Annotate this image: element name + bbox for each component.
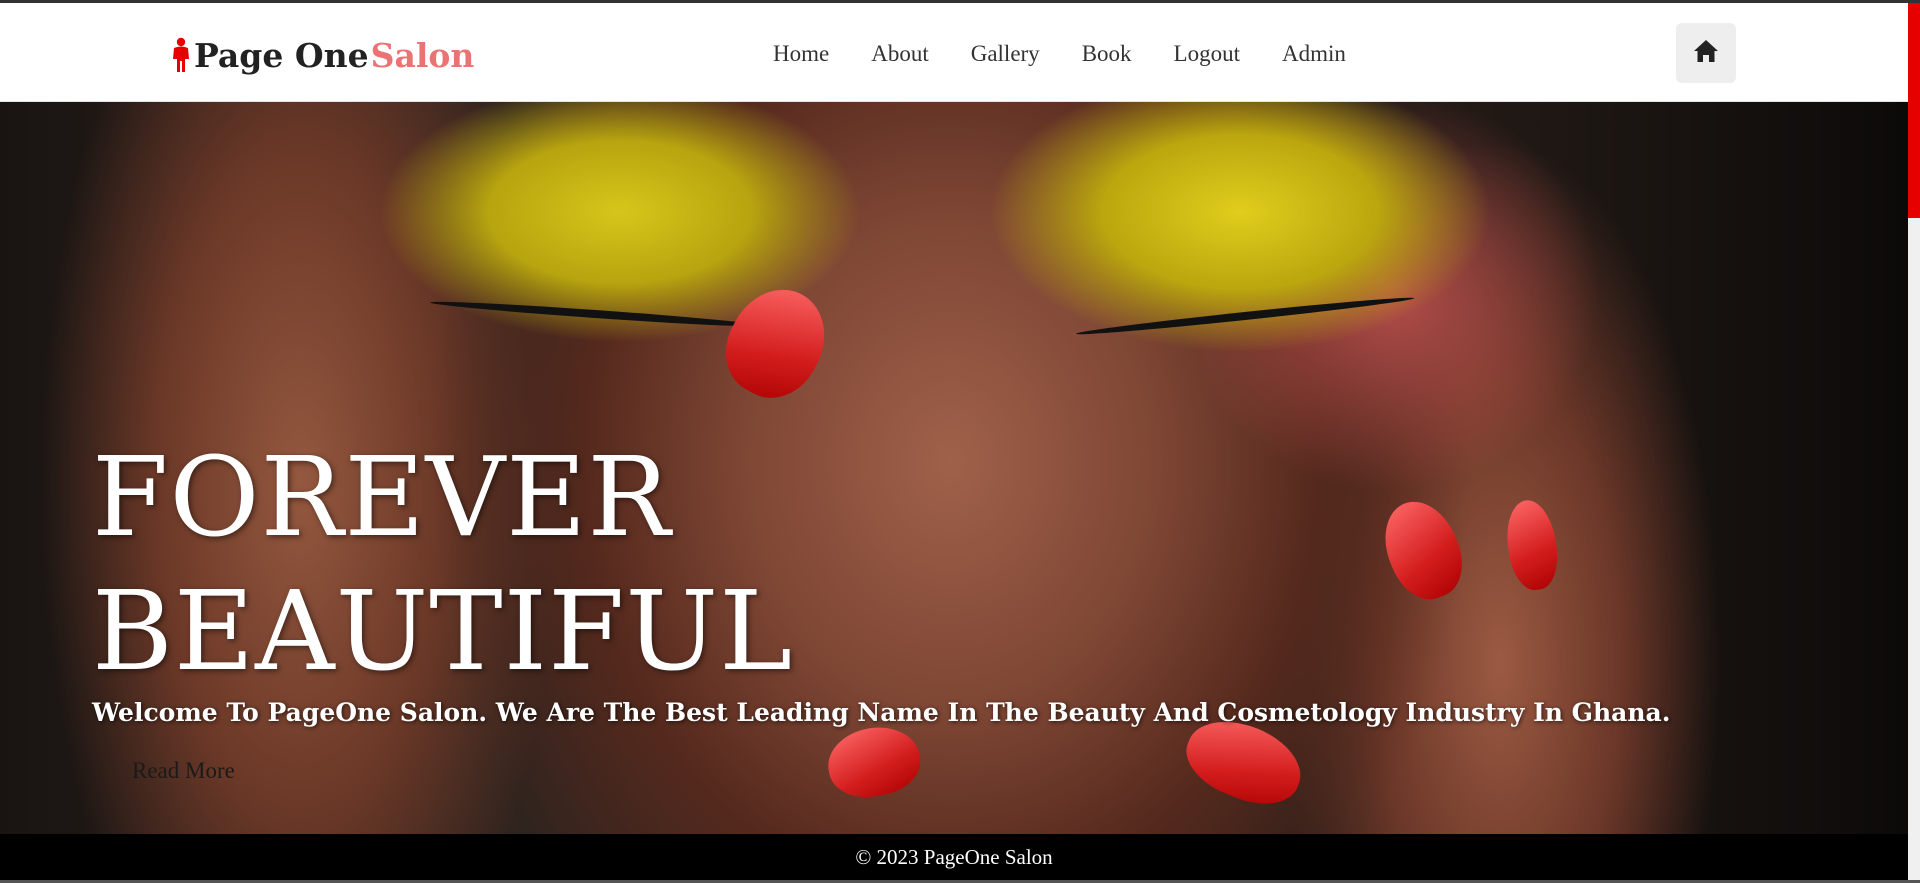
nav-link-admin[interactable]: Admin — [1261, 37, 1367, 71]
brand-logo[interactable]: Page One Salon — [170, 33, 474, 77]
hero-banner: FOREVER BEAUTIFUL Welcome To PageOne Sal… — [0, 102, 1908, 834]
nav-link-gallery[interactable]: Gallery — [950, 37, 1061, 71]
home-icon — [1693, 39, 1719, 67]
brand-name-accent: Salon — [370, 35, 475, 75]
hero-subtitle: Welcome To PageOne Salon. We Are The Bes… — [92, 698, 1671, 727]
scrollbar-thumb[interactable] — [1908, 3, 1920, 218]
home-button[interactable] — [1676, 23, 1736, 83]
top-navbar: Page One Salon Home About Gallery Book L… — [0, 3, 1908, 102]
hero-title: FOREVER BEAUTIFUL — [92, 430, 992, 698]
nav-link-book[interactable]: Book — [1061, 37, 1153, 71]
hero-title-line2: BEAUTIFUL — [92, 567, 794, 695]
brand-name: Page One — [194, 35, 369, 75]
person-icon — [170, 37, 192, 73]
hero-title-line1: FOREVER — [92, 433, 672, 561]
nav-link-about[interactable]: About — [850, 37, 950, 71]
nav-link-home[interactable]: Home — [752, 37, 850, 71]
page-footer: © 2023 PageOne Salon — [0, 834, 1908, 880]
main-nav: Home About Gallery Book Logout Admin — [752, 37, 1367, 71]
nav-link-logout[interactable]: Logout — [1153, 37, 1261, 71]
read-more-link[interactable]: Read More — [132, 758, 235, 784]
footer-copyright: © 2023 PageOne Salon — [855, 844, 1053, 869]
